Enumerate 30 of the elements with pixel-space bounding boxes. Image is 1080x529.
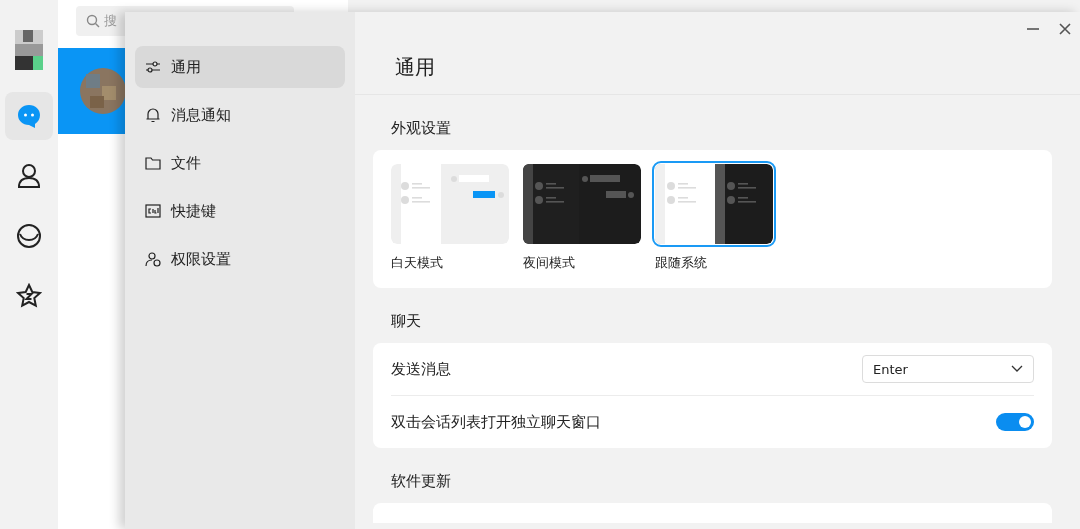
- theme-label: 跟随系统: [655, 254, 708, 272]
- section-heading: 聊天: [390, 311, 422, 332]
- ring-icon: [16, 223, 42, 249]
- user-shield-icon: [145, 251, 161, 267]
- sliders-icon: [145, 59, 161, 75]
- person-icon: [17, 163, 41, 189]
- theme-preview[interactable]: [655, 164, 773, 244]
- send-key-dropdown[interactable]: Enter: [862, 355, 1034, 383]
- search-placeholder: 搜: [104, 12, 117, 30]
- chat-bubble-icon: [16, 103, 42, 129]
- setting-label: 发送消息: [391, 359, 451, 379]
- sidebar-item[interactable]: 快捷键: [135, 190, 345, 232]
- sidebar-item[interactable]: 通用: [135, 46, 345, 88]
- sidebar-item[interactable]: 权限设置: [135, 238, 345, 280]
- sidebar-item[interactable]: 消息通知: [135, 94, 345, 136]
- section-heading: 外观设置: [390, 118, 452, 139]
- theme-label: 白天模式: [391, 254, 444, 272]
- bell-icon: [145, 107, 161, 123]
- section-heading: 软件更新: [390, 471, 452, 492]
- close-icon[interactable]: [1058, 22, 1072, 36]
- star-icon: [16, 283, 42, 309]
- folder-icon: [145, 155, 161, 171]
- sidebar-item[interactable]: 文件: [135, 142, 345, 184]
- setting-label: 双击会话列表打开独立聊天窗口: [391, 412, 601, 432]
- toggle-switch[interactable]: [996, 413, 1034, 431]
- chevron-down-icon: [1011, 365, 1023, 373]
- search-icon: [86, 14, 100, 28]
- page-title: 通用: [355, 46, 1080, 95]
- theme-label: 夜间模式: [523, 254, 576, 272]
- keyboard-key-icon: [145, 203, 161, 219]
